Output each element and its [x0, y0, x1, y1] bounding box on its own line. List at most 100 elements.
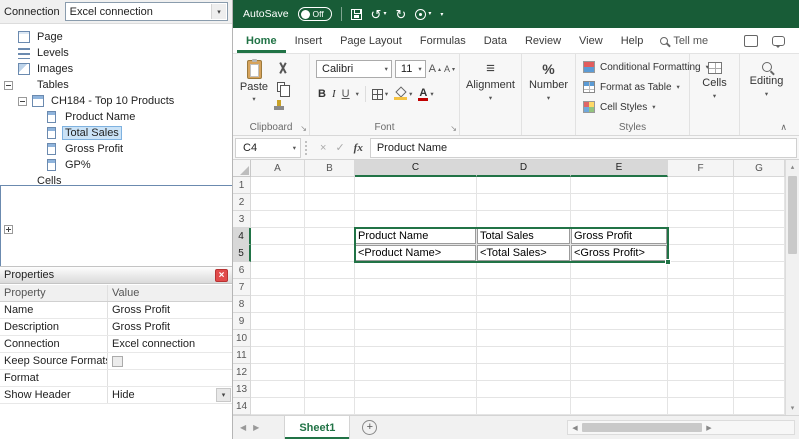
cell-e3[interactable]	[571, 211, 668, 228]
tree-item-cells[interactable]: Cells	[0, 173, 232, 266]
property-row-format[interactable]: Format	[0, 370, 232, 387]
cell-d14[interactable]	[477, 398, 571, 415]
cell-a6[interactable]	[251, 262, 305, 279]
font-color-button[interactable]: A ▾	[418, 87, 434, 101]
chevron-down-icon[interactable]: ▾	[211, 4, 226, 19]
alignment-button[interactable]: ≡ Alignment ▾	[462, 57, 519, 119]
cell-e10[interactable]	[571, 330, 668, 347]
name-box[interactable]: C4 ▾	[235, 137, 301, 158]
row-header-1[interactable]: 1	[233, 177, 251, 194]
cell-f13[interactable]	[668, 381, 734, 398]
cell-b1[interactable]	[305, 177, 355, 194]
cell-a11[interactable]	[251, 347, 305, 364]
tree-item-gross-profit[interactable]: Gross Profit	[0, 141, 232, 157]
scroll-up-icon[interactable]: ▴	[786, 160, 799, 174]
cell-d11[interactable]	[477, 347, 571, 364]
font-size-select[interactable]: 11 ▾	[394, 60, 426, 78]
formula-input[interactable]: Product Name	[369, 137, 797, 158]
row-header-7[interactable]: 7	[233, 279, 251, 296]
cell-a9[interactable]	[251, 313, 305, 330]
format-painter-button[interactable]	[274, 100, 290, 110]
cell-b11[interactable]	[305, 347, 355, 364]
formula-bar-gripper[interactable]	[305, 140, 309, 155]
cell-e6[interactable]	[571, 262, 668, 279]
fill-color-button[interactable]: ▾	[394, 88, 412, 100]
cell-d9[interactable]	[477, 313, 571, 330]
cell-e11[interactable]	[571, 347, 668, 364]
cell-a4[interactable]	[251, 228, 305, 245]
tree-item-total-sales[interactable]: Total Sales	[0, 125, 232, 141]
sheet-nav-left-icon[interactable]: ◀	[233, 423, 253, 432]
row-header-13[interactable]: 13	[233, 381, 251, 398]
cell-d5[interactable]: <Total Sales>	[477, 245, 571, 262]
cell-g1[interactable]	[734, 177, 785, 194]
cell-g5[interactable]	[734, 245, 785, 262]
cell-e13[interactable]	[571, 381, 668, 398]
cell-f3[interactable]	[668, 211, 734, 228]
tab-data[interactable]: Data	[475, 28, 516, 53]
tree-expander-icon[interactable]	[18, 96, 27, 106]
bold-button[interactable]: B	[318, 88, 326, 100]
cell-g11[interactable]	[734, 347, 785, 364]
column-header-c[interactable]: C	[355, 160, 477, 177]
vertical-scroll-thumb[interactable]	[788, 176, 797, 254]
cell-b2[interactable]	[305, 194, 355, 211]
cell-b9[interactable]	[305, 313, 355, 330]
cell-e1[interactable]	[571, 177, 668, 194]
cell-e14[interactable]	[571, 398, 668, 415]
cell-d4[interactable]: Total Sales	[477, 228, 571, 245]
property-row-name[interactable]: Name Gross Profit	[0, 302, 232, 319]
enter-button[interactable]: ✓	[335, 141, 344, 154]
cell-g9[interactable]	[734, 313, 785, 330]
undo-button[interactable]: ↺ ▾	[371, 8, 387, 21]
customize-toolbar-caret-icon[interactable]: ▾	[440, 11, 443, 18]
cell-c1[interactable]	[355, 177, 477, 194]
row-header-11[interactable]: 11	[233, 347, 251, 364]
connection-dropdown[interactable]: Excel connection ▾	[64, 2, 228, 21]
tell-me-box[interactable]: Tell me	[660, 35, 708, 47]
cell-d13[interactable]	[477, 381, 571, 398]
cell-b10[interactable]	[305, 330, 355, 347]
scroll-right-icon[interactable]: ▶	[702, 424, 716, 432]
tree-item-gp[interactable]: GP%	[0, 157, 232, 173]
row-header-8[interactable]: 8	[233, 296, 251, 313]
tree-item-levels[interactable]: Levels	[0, 45, 232, 61]
decrease-font-button[interactable]: A ▾	[444, 64, 455, 74]
sheet-nav-right-icon[interactable]: ▶	[253, 423, 266, 432]
tab-page-layout[interactable]: Page Layout	[331, 28, 411, 53]
scroll-down-icon[interactable]: ▾	[786, 401, 799, 415]
cell-c9[interactable]	[355, 313, 477, 330]
tree-item-ch184-top-10-products[interactable]: CH184 - Top 10 Products	[0, 93, 232, 109]
tree-expander-icon[interactable]	[4, 80, 13, 90]
cell-b7[interactable]	[305, 279, 355, 296]
cell-d2[interactable]	[477, 194, 571, 211]
row-header-5[interactable]: 5	[233, 245, 251, 262]
cell-e8[interactable]	[571, 296, 668, 313]
row-header-10[interactable]: 10	[233, 330, 251, 347]
row-header-4[interactable]: 4	[233, 228, 251, 245]
conditional-formatting-button[interactable]: Conditional Formatting ▾	[578, 57, 709, 77]
cell-b14[interactable]	[305, 398, 355, 415]
tree-item-tables[interactable]: Tables	[0, 77, 232, 266]
cell-f11[interactable]	[668, 347, 734, 364]
cell-e4[interactable]: Gross Profit	[571, 228, 668, 245]
tab-formulas[interactable]: Formulas	[411, 28, 475, 53]
tree-item-page[interactable]: Page	[0, 29, 232, 45]
cell-g14[interactable]	[734, 398, 785, 415]
format-as-table-button[interactable]: Format as Table ▾	[578, 77, 687, 97]
cell-a12[interactable]	[251, 364, 305, 381]
borders-button[interactable]: ▾	[371, 88, 388, 100]
select-all-corner[interactable]	[233, 160, 251, 177]
cell-a7[interactable]	[251, 279, 305, 296]
row-header-12[interactable]: 12	[233, 364, 251, 381]
add-sheet-button[interactable]: +	[362, 420, 378, 435]
cell-a10[interactable]	[251, 330, 305, 347]
cell-c10[interactable]	[355, 330, 477, 347]
row-header-3[interactable]: 3	[233, 211, 251, 228]
tree-item-images[interactable]: Images	[0, 61, 232, 77]
font-dialog-launcher-icon[interactable]: ↘	[450, 125, 457, 133]
cell-b5[interactable]	[305, 245, 355, 262]
tab-review[interactable]: Review	[516, 28, 570, 53]
cell-c7[interactable]	[355, 279, 477, 296]
font-name-select[interactable]: Calibri ▾	[316, 60, 392, 78]
